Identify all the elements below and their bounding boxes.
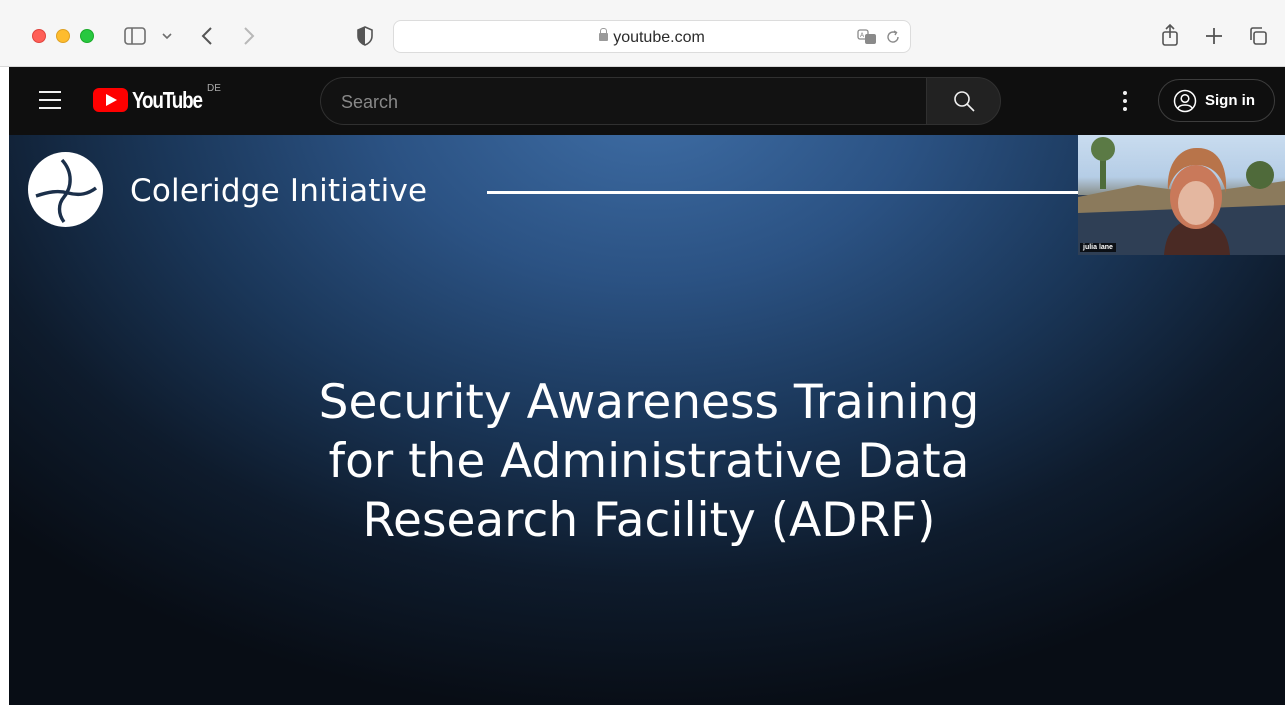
minimize-window-button[interactable] [56, 29, 70, 43]
country-code: DE [207, 83, 221, 94]
address-text: youtube.com [613, 29, 705, 46]
sidebar-icon[interactable] [123, 26, 147, 46]
sign-in-label: Sign in [1205, 92, 1255, 109]
search-input[interactable]: Search [320, 77, 926, 125]
slide-title-line: Research Facility (ADRF) [362, 493, 936, 548]
youtube-masthead: YouTube DE Search Sign in [9, 67, 1285, 135]
translate-icon[interactable]: A [856, 27, 878, 47]
privacy-shield-icon[interactable] [355, 25, 375, 47]
svg-text:A: A [860, 32, 865, 39]
presenter-image [1078, 137, 1285, 255]
forward-icon[interactable] [240, 25, 258, 47]
slide-title-line: Security Awareness Training [318, 375, 980, 430]
reload-icon[interactable] [884, 28, 902, 46]
share-icon[interactable] [1160, 22, 1180, 48]
organization-name: Coleridge Initiative [130, 173, 428, 209]
search-button[interactable] [926, 77, 1001, 125]
zoom-window-button[interactable] [80, 29, 94, 43]
slide-title: Security Awareness Training for the Admi… [169, 373, 1129, 550]
slide-divider [487, 191, 1087, 194]
video-player[interactable]: Coleridge Initiative Security Awareness … [9, 135, 1285, 705]
hamburger-menu-icon[interactable] [39, 91, 61, 109]
search-placeholder: Search [341, 92, 399, 112]
coleridge-logo [28, 152, 103, 227]
slide-title-line: for the Administrative Data [328, 434, 970, 489]
more-vertical-icon[interactable] [1115, 89, 1135, 113]
web-content: YouTube DE Search Sign in Coleridge Init… [9, 67, 1285, 705]
address-bar[interactable]: youtube.com A [393, 20, 911, 53]
sign-in-button[interactable]: Sign in [1158, 79, 1275, 122]
lock-icon [599, 28, 609, 41]
browser-toolbar: youtube.com A [0, 0, 1285, 67]
youtube-play-icon [93, 88, 128, 112]
new-tab-icon[interactable] [1203, 25, 1225, 47]
search-icon [953, 91, 975, 112]
tabs-overview-icon[interactable] [1246, 25, 1270, 47]
youtube-logo-text: YouTube [132, 86, 203, 113]
back-icon[interactable] [198, 25, 216, 47]
chevron-down-icon[interactable] [160, 30, 174, 42]
account-icon [1173, 89, 1197, 112]
presenter-webcam: julia lane [1078, 135, 1285, 255]
close-window-button[interactable] [32, 29, 46, 43]
youtube-logo[interactable]: YouTube [93, 86, 217, 113]
presenter-name: julia lane [1080, 243, 1116, 252]
